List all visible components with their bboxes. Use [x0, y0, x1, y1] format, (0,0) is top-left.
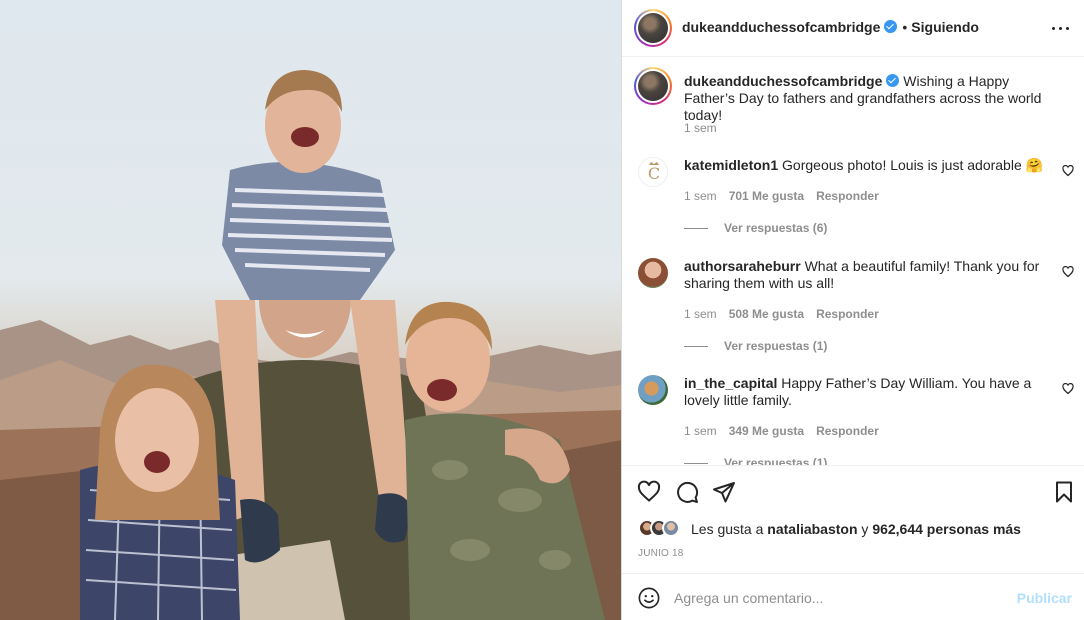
caption-username[interactable]: dukeandduchessofcambridge — [684, 73, 882, 89]
comment-like-heart-icon[interactable] — [1062, 165, 1074, 177]
view-replies-button[interactable]: Ver respuestas (6) — [684, 221, 827, 235]
post-actions: Les gusta a nataliabaston y 962,644 pers… — [622, 465, 1084, 620]
caption-meta: 1 sem — [684, 121, 729, 135]
post-side-panel: dukeandduchessofcambridge • Siguiendo duke… — [622, 0, 1084, 620]
comment-text: authorsarahеburr What a beautiful family… — [684, 258, 1046, 292]
send-icon[interactable] — [712, 480, 736, 504]
view-replies-label: Ver respuestas (1) — [724, 456, 828, 465]
caption-avatar[interactable] — [634, 67, 672, 105]
comment-text: katemidleton1 Gorgeous photo! Louis is j… — [684, 157, 1046, 174]
view-replies-label: Ver respuestas (6) — [724, 221, 828, 235]
comment-icon[interactable] — [675, 480, 699, 504]
comment-avatar[interactable] — [638, 258, 668, 288]
replies-line — [684, 346, 708, 348]
comment-likes[interactable]: 508 Me gusta — [729, 307, 804, 321]
reply-button[interactable]: Responder — [816, 189, 879, 203]
comment-input[interactable] — [674, 586, 1014, 610]
comment-body: Gorgeous photo! Louis is just adorable 🤗 — [782, 157, 1044, 173]
view-replies-button[interactable]: Ver respuestas (1) — [684, 456, 827, 465]
add-comment-bar: Publicar — [622, 573, 1084, 620]
more-horizontal-icon[interactable] — [1052, 19, 1070, 37]
comment-avatar[interactable]: C — [638, 157, 668, 187]
comments-list[interactable]: dukeandduchessofcambridge Wishing a Happ… — [622, 57, 1084, 465]
bookmark-icon[interactable] — [1052, 480, 1076, 504]
family-photo-illustration — [0, 70, 622, 620]
verified-badge-icon — [886, 74, 900, 87]
reply-button[interactable]: Responder — [816, 424, 879, 438]
comment-username[interactable]: authorsarahеburr — [684, 258, 801, 274]
comment-avatar[interactable] — [638, 375, 668, 405]
likes-others[interactable]: 962,644 personas más — [872, 521, 1021, 537]
comment-time[interactable]: 1 sem — [684, 307, 717, 321]
comment-meta: 1 sem 508 Me gusta Responder — [684, 307, 891, 321]
likes-connector: y — [861, 521, 869, 537]
comment-meta: 1 sem 701 Me gusta Responder — [684, 189, 891, 203]
view-replies-label: Ver respuestas (1) — [724, 339, 828, 353]
caption-text: dukeandduchessofcambridge Wishing a Happ… — [684, 73, 1046, 124]
header-user-line: dukeandduchessofcambridge • Siguiendo — [682, 19, 979, 35]
likes-user[interactable]: nataliabaston — [767, 521, 857, 537]
comment-meta: 1 sem 349 Me gusta Responder — [684, 424, 891, 438]
author-avatar[interactable] — [634, 9, 672, 47]
reply-button[interactable]: Responder — [816, 307, 879, 321]
comment-likes[interactable]: 349 Me gusta — [729, 424, 804, 438]
post-date[interactable]: JUNIO 18 — [638, 548, 684, 559]
following-button[interactable]: Siguiendo — [911, 19, 979, 35]
likes-prefix: Les gusta a — [691, 521, 764, 537]
replies-line — [684, 228, 708, 230]
likes-text: Les gusta a nataliabaston y 962,644 pers… — [691, 521, 1021, 537]
caption-time[interactable]: 1 sem — [684, 121, 717, 135]
post-header: dukeandduchessofcambridge • Siguiendo — [622, 0, 1084, 57]
comment-username[interactable]: katemidleton1 — [684, 157, 778, 173]
comment-like-heart-icon[interactable] — [1062, 383, 1074, 395]
liker-avatar — [662, 519, 680, 537]
comment-text: in_the_capital Happy Father’s Day Willia… — [684, 375, 1046, 409]
comment-like-heart-icon[interactable] — [1062, 266, 1074, 278]
comment-username[interactable]: in_the_capital — [684, 375, 777, 391]
emoji-icon[interactable] — [638, 587, 660, 609]
verified-badge-icon — [884, 20, 898, 33]
svg-text:C: C — [648, 164, 660, 183]
comment-time[interactable]: 1 sem — [684, 424, 717, 438]
view-replies-button[interactable]: Ver respuestas (1) — [684, 339, 827, 353]
header-separator: • — [902, 19, 908, 35]
publish-button[interactable]: Publicar — [1017, 590, 1072, 606]
author-username[interactable]: dukeandduchessofcambridge — [682, 19, 880, 35]
comment-likes[interactable]: 701 Me gusta — [729, 189, 804, 203]
heart-icon[interactable] — [637, 480, 661, 504]
post-photo[interactable] — [0, 0, 622, 620]
comment-time[interactable]: 1 sem — [684, 189, 717, 203]
